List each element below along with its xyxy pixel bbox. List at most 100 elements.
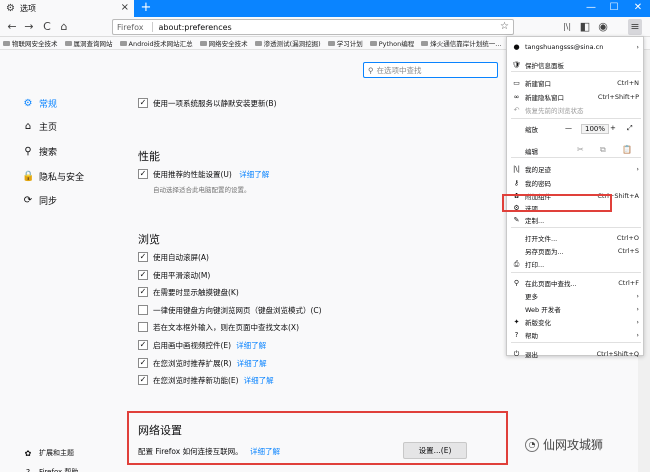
cut-icon[interactable]: ✂ (577, 145, 584, 154)
folder-icon (369, 40, 377, 46)
tab-bar: ⚙ 选项 × + — ☐ ✕ (0, 0, 650, 17)
browse-checkbox[interactable]: ✓ (138, 252, 148, 262)
checkbox-recommended-performance[interactable]: ✓ (138, 169, 148, 179)
browse-checkbox[interactable]: ✓ (138, 375, 148, 386)
network-learn-more-link[interactable]: 详细了解 (250, 447, 280, 456)
browse-checkbox[interactable] (138, 304, 148, 315)
browse-checkbox[interactable]: ✓ (138, 357, 148, 368)
menu-item-3[interactable]: ↶ 恢复先前的浏览状态 (507, 104, 645, 116)
menu-separator (511, 71, 641, 72)
bookmark-item[interactable]: 渗透测试(漏洞挖掘) (254, 38, 321, 48)
menu-item-1[interactable]: ▭ 新建窗口 Ctrl+N (507, 77, 645, 89)
sidebar-item-4[interactable]: ⟳ 同步 (22, 193, 57, 207)
bookmark-item[interactable]: 网络安全技术 (199, 38, 248, 48)
bookmark-item[interactable]: Python编程 (369, 38, 414, 48)
performance-learn-more-link[interactable]: 详细了解 (239, 170, 269, 179)
account-icon[interactable]: ◉ (596, 19, 610, 35)
sidebar-item-3[interactable]: 🔒 隐私与安全 (22, 169, 84, 183)
url-text[interactable]: about:preferences (158, 23, 231, 32)
zoom-level[interactable]: 100% (581, 124, 610, 134)
menu-item-0[interactable]: 🛡 保护信息面板 (507, 59, 645, 71)
gear-icon: ⚙ (6, 2, 15, 14)
browse-checkbox[interactable]: ✓ (138, 287, 148, 298)
menu-account[interactable]: ● tangshuangsss@sina.cn › (507, 40, 645, 54)
network-heading: 网络设置 (138, 424, 182, 437)
sidebar-item-1[interactable]: ⌂ 主页 (22, 119, 57, 133)
menu-item-17[interactable]: ✦ 新版变化 › (507, 316, 645, 328)
menu-button[interactable]: ≡ (628, 19, 642, 35)
folder-icon (254, 40, 262, 46)
close-window-button[interactable]: ✕ (627, 0, 649, 17)
menu-item-icon: ∞ (513, 93, 520, 101)
bookmark-item[interactable]: 物联网安全技术 (3, 38, 58, 48)
bookmark-item[interactable]: 烽火通信靠岸计划统一... (421, 38, 501, 48)
home-button[interactable]: ⌂ (57, 19, 71, 35)
menu-item-13[interactable]: ⎙ 打印... (507, 258, 645, 270)
network-settings-button[interactable]: 设置...(E) (403, 442, 467, 459)
search-input[interactable]: ⚲ 在选项中查找 (363, 62, 498, 78)
menu-item-label: 新版变化 (525, 319, 551, 327)
silent-update-label: 使用一项系统服务以静默安装更新(B) (153, 99, 277, 108)
back-button[interactable]: ← (5, 19, 19, 35)
menu-item-14[interactable]: ⚲ 在此页面中查找... Ctrl+F (507, 277, 645, 289)
copy-icon[interactable]: ⧉ (600, 145, 606, 155)
menu-item-icon: ⚲ (513, 279, 520, 287)
forward-button[interactable]: → (22, 19, 36, 35)
sidebar-bottom-item-0[interactable]: ✿ 扩展和主题 (22, 446, 74, 460)
menu-item-11[interactable]: 打开文件... Ctrl+O (507, 232, 645, 244)
sidebar-item-label: 隐私与安全 (39, 172, 85, 183)
menu-item-shortcut: › (636, 318, 639, 326)
bookmark-item[interactable]: Android技术网站汇总 (119, 38, 193, 48)
menu-item-icon: ✦ (513, 318, 520, 326)
browse-option-text: 在您浏览时推荐扩展(R) (153, 358, 232, 368)
menu-item-10[interactable]: ✎ 定制... (507, 214, 645, 226)
menu-item-label: 打开文件... (525, 235, 558, 243)
fullscreen-button[interactable]: ⤢ (627, 124, 633, 133)
menu-item-16[interactable]: Web 开发者 › (507, 303, 645, 315)
menu-item-icon: ? (514, 331, 519, 339)
recommended-performance-text: 使用推荐的性能设置(U) (153, 170, 232, 179)
bookmark-star-icon[interactable]: ☆ (500, 21, 509, 32)
browse-learn-more-link[interactable]: 详细了解 (244, 376, 274, 385)
menu-item-label: Web 开发者 (525, 306, 561, 314)
menu-separator (511, 157, 641, 158)
menu-item-label: 我的密码 (525, 180, 551, 188)
browse-checkbox[interactable]: ✓ (138, 269, 148, 280)
tab-close-icon[interactable]: × (121, 2, 129, 13)
sidebar-icon: ⌂ (24, 120, 32, 132)
browse-checkbox[interactable] (138, 322, 148, 333)
new-tab-button[interactable]: + (138, 0, 154, 17)
tab-options[interactable]: ⚙ 选项 × (0, 0, 134, 17)
reload-button[interactable]: C (40, 19, 54, 35)
menu-item-7[interactable]: ⚷ 我的密码 (507, 177, 645, 189)
zoom-in-button[interactable]: + (610, 124, 616, 132)
browse-checkbox[interactable]: ✓ (138, 340, 148, 350)
zoom-out-button[interactable]: — (565, 124, 572, 132)
menu-item-2[interactable]: ∞ 新建隐私窗口 Ctrl+Shift+P (507, 91, 645, 103)
menu-item-6[interactable]: |\| 我的足迹 › (507, 163, 645, 175)
menu-item-19[interactable]: ⏻ 退出 Ctrl+Shift+Q (507, 348, 645, 360)
menu-item-18[interactable]: ? 帮助 › (507, 329, 645, 341)
sidebar-item-2[interactable]: ⚲ 搜索 (22, 144, 57, 158)
menu-item-4[interactable]: 缩放 (507, 123, 645, 135)
sidebar-item-0[interactable]: ⚙ 常规 (22, 96, 58, 110)
menu-item-shortcut: › (636, 305, 639, 313)
menu-item-label: 定制... (525, 217, 545, 225)
menu-item-12[interactable]: 另存页面为... Ctrl+S (507, 245, 645, 257)
browse-learn-more-link[interactable]: 详细了解 (236, 341, 266, 350)
paste-icon[interactable]: 📋 (622, 145, 632, 154)
search-placeholder: 在选项中查找 (376, 65, 422, 75)
sidebar-bottom-item-1[interactable]: ? Firefox 帮助 (22, 465, 79, 472)
sidebar-icon[interactable]: ◧ (578, 19, 592, 35)
maximize-button[interactable]: ☐ (603, 0, 625, 17)
minimize-button[interactable]: — (580, 0, 602, 17)
browse-learn-more-link[interactable]: 详细了解 (237, 359, 267, 368)
bookmark-item[interactable]: 属洞查询网站 (64, 38, 113, 48)
library-icon[interactable]: |\| (560, 19, 574, 35)
bookmark-item[interactable]: 学习计划 (327, 38, 363, 48)
sidebar-icon: 🔒 (22, 170, 35, 182)
menu-item-15[interactable]: 更多 › (507, 290, 645, 302)
url-bar[interactable]: Firefox about:preferences ☆ (112, 19, 514, 35)
sidebar-item-label: 常规 (39, 99, 58, 110)
checkbox-silent-update[interactable]: ✓ (138, 98, 148, 108)
